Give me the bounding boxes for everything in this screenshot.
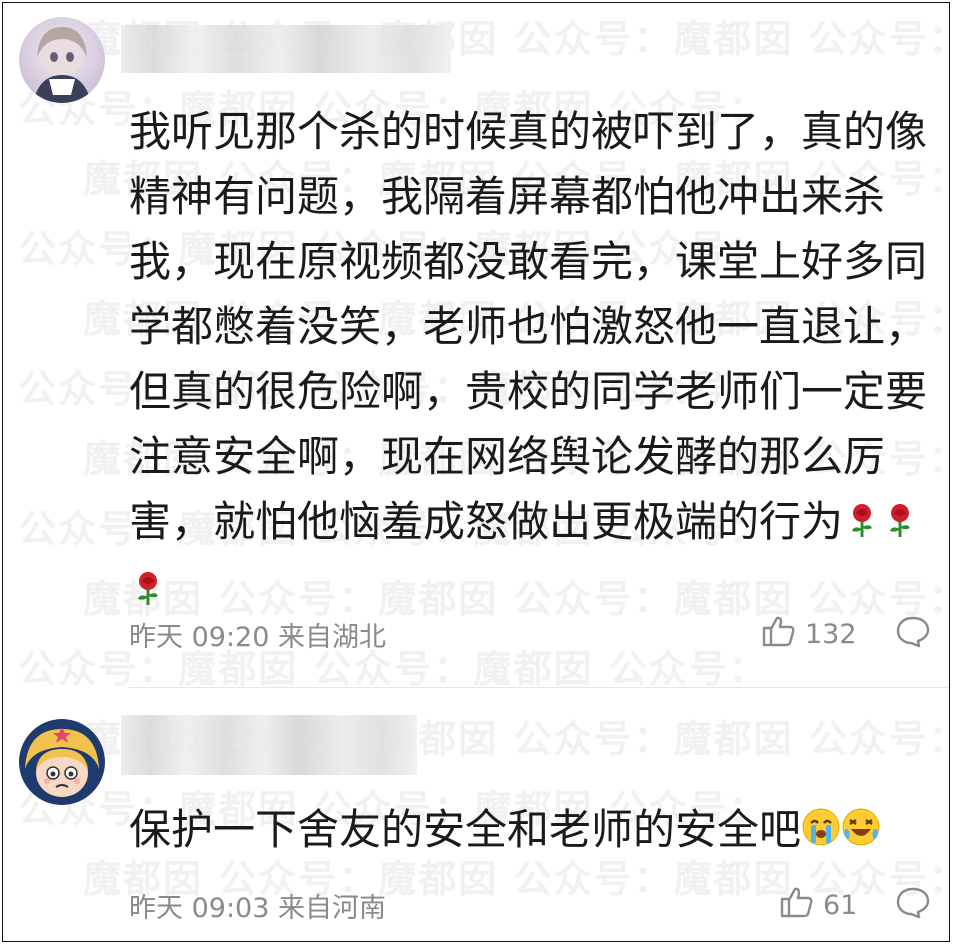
like-count: 61 bbox=[823, 890, 858, 921]
comment-list: 魔都囡 公众号：魔都囡 公众号：魔都囡 公众号： 魔都囡 公众号：魔都囡 公众号… bbox=[2, 2, 950, 942]
laughing-crying-emoji bbox=[841, 800, 881, 865]
comment-body: 保护一下舍友的安全和老师的安全吧 bbox=[129, 805, 802, 854]
thumbs-up-icon bbox=[761, 613, 797, 656]
like-button[interactable]: 132 bbox=[761, 613, 857, 656]
comment-bubble-icon[interactable] bbox=[895, 615, 931, 653]
crying-face-emoji bbox=[801, 800, 841, 865]
like-count: 132 bbox=[805, 619, 857, 650]
username-blurred[interactable] bbox=[121, 715, 417, 775]
rose-emoji bbox=[843, 492, 881, 557]
comment-item: 我听见那个杀的时候真的被吓到了，真的像精神有问题，我隔着屏幕都怕他冲出来杀我，现… bbox=[3, 3, 949, 683]
thumbs-up-icon bbox=[779, 884, 815, 927]
like-button[interactable]: 61 bbox=[779, 884, 857, 927]
avatar[interactable] bbox=[19, 719, 105, 805]
username-blurred[interactable] bbox=[121, 25, 451, 73]
comment-meta: 昨天 09:03 来自河南 bbox=[129, 893, 386, 924]
comment-bubble-icon[interactable] bbox=[895, 886, 931, 924]
divider bbox=[129, 687, 949, 688]
comment-text: 我听见那个杀的时候真的被吓到了，真的像精神有问题，我隔着屏幕都怕他冲出来杀我，现… bbox=[129, 99, 929, 625]
comment-text: 保护一下舍友的安全和老师的安全吧 bbox=[129, 797, 929, 865]
comment-meta: 昨天 09:20 来自湖北 bbox=[129, 622, 386, 653]
comment-body: 我听见那个杀的时候真的被吓到了，真的像精神有问题，我隔着屏幕都怕他冲出来杀我，现… bbox=[129, 107, 928, 546]
avatar[interactable] bbox=[19, 17, 105, 103]
rose-emoji bbox=[881, 492, 919, 557]
comment-item: 保护一下舍友的安全和老师的安全吧 昨天 09:03 来自河南 61 bbox=[3, 703, 949, 941]
